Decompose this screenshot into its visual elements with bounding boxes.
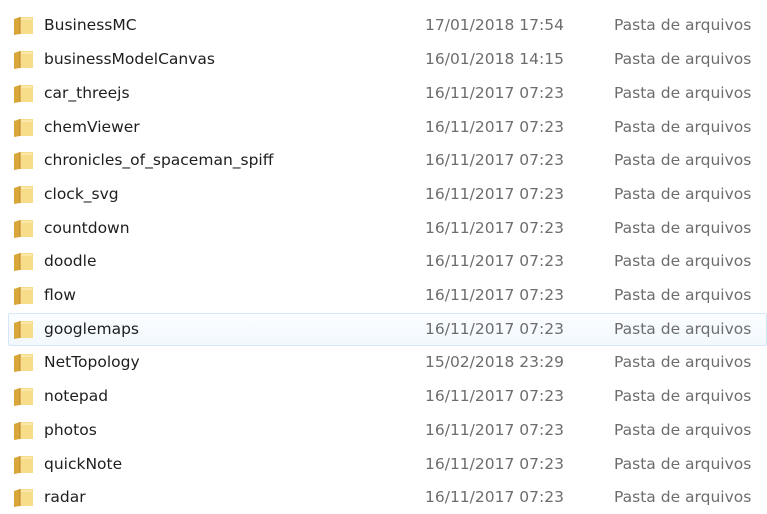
file-row[interactable]: businessModelCanvas 16/01/2018 14:15 Pas…	[0, 43, 767, 76]
file-type: Pasta de arquivos	[614, 118, 752, 136]
file-name: car_threejs	[44, 84, 130, 102]
file-type: Pasta de arquivos	[614, 353, 752, 371]
folder-icon	[13, 387, 34, 407]
file-name: notepad	[44, 387, 109, 405]
folder-icon	[13, 151, 34, 171]
folder-icon	[13, 50, 34, 70]
file-type: Pasta de arquivos	[614, 185, 752, 203]
file-row[interactable]: chemViewer 16/11/2017 07:23 Pasta de arq…	[0, 111, 767, 144]
file-date-modified: 16/01/2018 14:15	[425, 50, 564, 68]
folder-icon	[13, 488, 34, 508]
file-date-modified: 16/11/2017 07:23	[425, 151, 564, 169]
file-name: flow	[44, 286, 76, 304]
file-name: doodle	[44, 252, 97, 270]
file-row[interactable]: flow 16/11/2017 07:23 Pasta de arquivos	[0, 279, 767, 312]
file-type: Pasta de arquivos	[614, 50, 752, 68]
file-date-modified: 16/11/2017 07:23	[425, 320, 564, 338]
file-type: Pasta de arquivos	[614, 16, 752, 34]
folder-icon	[13, 252, 34, 272]
folder-icon	[13, 286, 34, 306]
file-type: Pasta de arquivos	[614, 151, 752, 169]
file-date-modified: 15/02/2018 23:29	[425, 353, 564, 371]
folder-icon	[13, 16, 34, 36]
file-name: googlemaps	[44, 320, 139, 338]
file-type: Pasta de arquivos	[614, 488, 752, 506]
file-type: Pasta de arquivos	[614, 421, 752, 439]
folder-icon	[13, 320, 34, 340]
folder-icon	[13, 118, 34, 138]
file-row[interactable]: notepad 16/11/2017 07:23 Pasta de arquiv…	[0, 380, 767, 413]
file-name: photos	[44, 421, 97, 439]
file-date-modified: 16/11/2017 07:23	[425, 84, 564, 102]
file-date-modified: 16/11/2017 07:23	[425, 252, 564, 270]
folder-icon	[13, 219, 34, 239]
file-row[interactable]: chronicles_of_spaceman_spiff 16/11/2017 …	[0, 144, 767, 177]
file-name: radar	[44, 488, 86, 506]
file-type: Pasta de arquivos	[614, 320, 752, 338]
file-row-hovered[interactable]: googlemaps 16/11/2017 07:23 Pasta de arq…	[8, 313, 767, 346]
file-type: Pasta de arquivos	[614, 387, 752, 405]
folder-icon	[13, 84, 34, 104]
file-row[interactable]: photos 16/11/2017 07:23 Pasta de arquivo…	[0, 414, 767, 447]
file-name: businessModelCanvas	[44, 50, 215, 68]
file-date-modified: 16/11/2017 07:23	[425, 286, 564, 304]
file-date-modified: 16/11/2017 07:23	[425, 219, 564, 237]
file-name: BusinessMC	[44, 16, 137, 34]
file-date-modified: 16/11/2017 07:23	[425, 421, 564, 439]
file-date-modified: 16/11/2017 07:23	[425, 185, 564, 203]
file-type: Pasta de arquivos	[614, 252, 752, 270]
file-type: Pasta de arquivos	[614, 286, 752, 304]
file-type: Pasta de arquivos	[614, 219, 752, 237]
file-row[interactable]: quickNote 16/11/2017 07:23 Pasta de arqu…	[0, 448, 767, 481]
file-row[interactable]: radar 16/11/2017 07:23 Pasta de arquivos	[0, 481, 767, 514]
file-name: chemViewer	[44, 118, 140, 136]
file-date-modified: 17/01/2018 17:54	[425, 16, 564, 34]
file-name: quickNote	[44, 455, 123, 473]
file-name: chronicles_of_spaceman_spiff	[44, 151, 274, 169]
file-date-modified: 16/11/2017 07:23	[425, 118, 564, 136]
file-row[interactable]: BusinessMC 17/01/2018 17:54 Pasta de arq…	[0, 9, 767, 42]
file-row[interactable]: clock_svg 16/11/2017 07:23 Pasta de arqu…	[0, 178, 767, 211]
file-date-modified: 16/11/2017 07:23	[425, 488, 564, 506]
folder-icon	[13, 185, 34, 205]
file-name: NetTopology	[44, 353, 140, 371]
folder-icon	[13, 421, 34, 441]
file-type: Pasta de arquivos	[614, 455, 752, 473]
file-date-modified: 16/11/2017 07:23	[425, 387, 564, 405]
file-name: clock_svg	[44, 185, 119, 203]
file-list: BusinessMC 17/01/2018 17:54 Pasta de arq…	[0, 0, 767, 509]
file-row[interactable]: NetTopology 15/02/2018 23:29 Pasta de ar…	[0, 346, 767, 379]
folder-icon	[13, 353, 34, 373]
file-row[interactable]: countdown 16/11/2017 07:23 Pasta de arqu…	[0, 212, 767, 245]
folder-icon	[13, 455, 34, 475]
file-row[interactable]: doodle 16/11/2017 07:23 Pasta de arquivo…	[0, 245, 767, 278]
file-name: countdown	[44, 219, 130, 237]
file-type: Pasta de arquivos	[614, 84, 752, 102]
file-date-modified: 16/11/2017 07:23	[425, 455, 564, 473]
file-row[interactable]: car_threejs 16/11/2017 07:23 Pasta de ar…	[0, 77, 767, 110]
